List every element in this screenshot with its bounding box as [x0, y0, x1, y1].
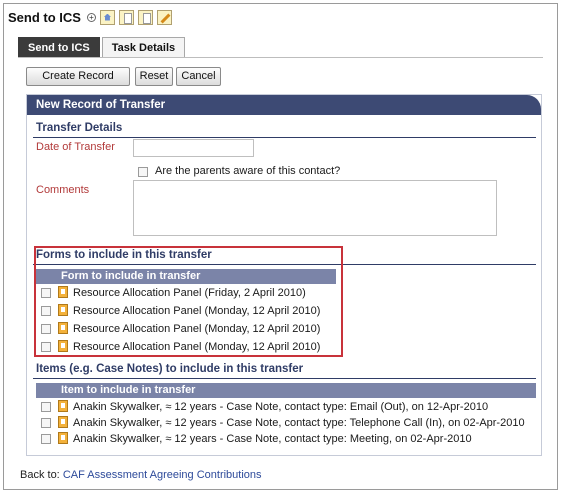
back-to-link-row: Back to: CAF Assessment Agreeing Contrib…	[20, 469, 262, 481]
reset-button[interactable]: Reset	[135, 67, 173, 86]
back-to-label: Back to:	[20, 469, 60, 481]
item-label: Anakin Skywalker, ≈ 12 years - Case Note…	[73, 401, 489, 413]
item-row: Anakin Skywalker, ≈ 12 years - Case Note…	[36, 415, 536, 431]
item-checkbox[interactable]	[41, 434, 51, 444]
parents-aware-checkbox[interactable]	[138, 167, 148, 177]
item-row: Anakin Skywalker, ≈ 12 years - Case Note…	[36, 431, 536, 447]
items-column-header: Item to include in transfer	[36, 383, 536, 398]
edit-icon[interactable]	[156, 9, 172, 25]
tab-divider	[18, 57, 543, 58]
item-checkbox[interactable]	[41, 402, 51, 412]
page-title: Send to ICS	[8, 9, 81, 25]
date-of-transfer-input[interactable]	[133, 139, 254, 157]
item-label: Anakin Skywalker, ≈ 12 years - Case Note…	[73, 417, 525, 429]
back-to-link[interactable]: CAF Assessment Agreeing Contributions	[63, 469, 262, 481]
tab-send-to-ics[interactable]: Send to ICS	[18, 37, 100, 57]
items-heading: Items (e.g. Case Notes) to include in th…	[36, 363, 304, 375]
transfer-details-heading: Transfer Details	[36, 122, 123, 134]
home-icon[interactable]	[99, 9, 115, 25]
title-bar: Send to ICS +	[8, 6, 172, 28]
section-divider	[33, 137, 536, 138]
date-of-transfer-label: Date of Transfer	[36, 141, 115, 153]
document-icon[interactable]	[118, 9, 134, 25]
parents-aware-label: Are the parents aware of this contact?	[155, 165, 341, 177]
expand-icon[interactable]: +	[86, 12, 96, 22]
case-note-icon	[58, 432, 68, 444]
case-note-icon	[58, 400, 68, 412]
section-divider	[33, 378, 536, 379]
panel-title: New Record of Transfer	[27, 95, 541, 115]
forms-highlight-box	[34, 246, 343, 357]
document-copy-icon[interactable]	[137, 9, 153, 25]
comments-label: Comments	[36, 184, 90, 196]
item-row: Anakin Skywalker, ≈ 12 years - Case Note…	[36, 399, 536, 415]
tab-bar: Send to ICS Task Details	[18, 37, 186, 57]
case-note-icon	[58, 416, 68, 428]
tab-task-details[interactable]: Task Details	[101, 37, 186, 57]
item-checkbox[interactable]	[41, 418, 51, 428]
comments-textarea[interactable]	[133, 180, 497, 236]
item-label: Anakin Skywalker, ≈ 12 years - Case Note…	[73, 433, 472, 445]
create-record-button[interactable]: Create Record	[26, 67, 130, 86]
cancel-button[interactable]: Cancel	[176, 67, 221, 86]
